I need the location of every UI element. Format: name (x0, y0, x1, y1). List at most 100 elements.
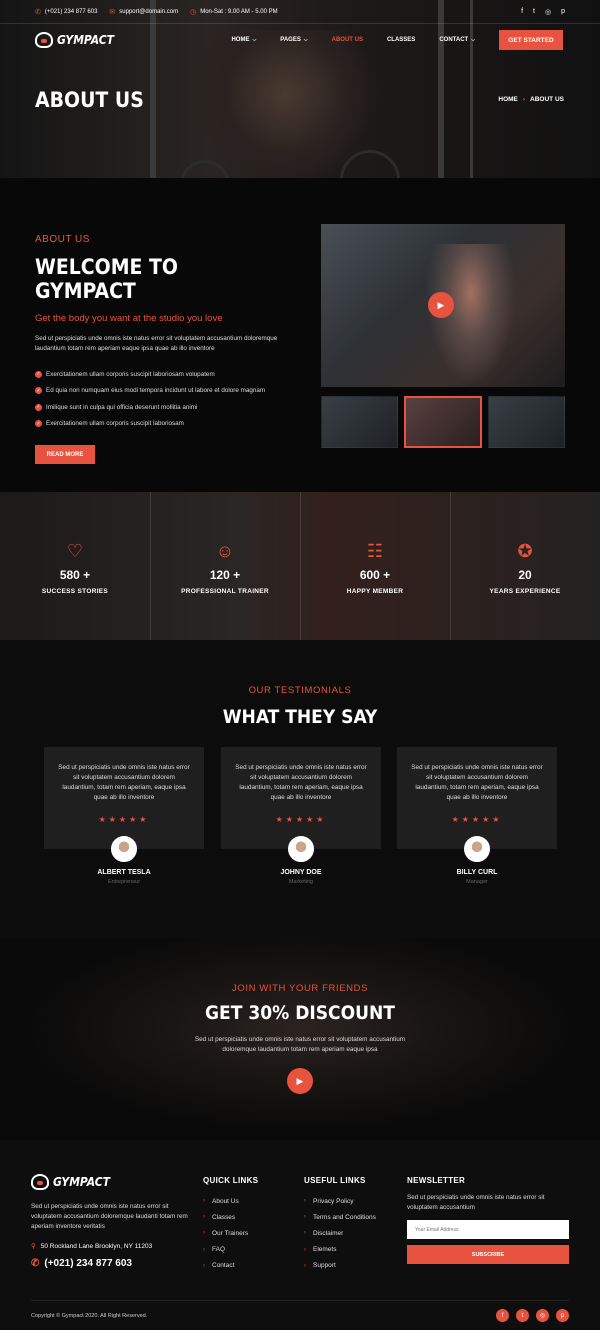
footer-address: ⚲ 50 Rockland Lane Brooklyn, NY 11203 (31, 1242, 153, 1251)
chevron-right-icon: › (203, 1230, 205, 1237)
breadcrumb-current: ABOUT US (530, 96, 564, 103)
chevron-right-icon: › (304, 1198, 306, 1205)
chevron-right-icon: › (203, 1198, 205, 1205)
heart-icon: ♡ (66, 541, 84, 561)
nav-item-contact[interactable]: CONTACT ⌵ (439, 37, 475, 43)
hero-bg-rack (150, 0, 156, 178)
testimonials-eyebrow: OUR TESTIMONIALS (248, 685, 352, 696)
topbar-hours: ◷ Mon-Sat : 9.00 AM - 5.00 PM (190, 8, 278, 16)
stat-label: PROFESSIONAL TRAINER (181, 588, 269, 595)
location-pin-icon: ⚲ (31, 1243, 36, 1250)
footer-link[interactable]: › Classes (203, 1209, 258, 1225)
pinterest-icon[interactable]: p (561, 8, 565, 16)
get-started-button[interactable]: GET STARTED (499, 30, 563, 50)
subscribe-button[interactable]: SUBSCRIBE (407, 1245, 569, 1264)
check-icon: ✓ (35, 403, 42, 411)
chevron-right-icon: › (304, 1230, 306, 1237)
footer-link[interactable]: › Elemets (304, 1242, 376, 1258)
instagram-icon[interactable]: ◎ (536, 1309, 549, 1322)
hero-bg-rack (438, 0, 444, 178)
topbar-phone[interactable]: ✆ (+021) 234 877 603 (35, 8, 97, 16)
about-text: Sed ut perspiciatis unde omnis iste natu… (35, 335, 278, 352)
footer-heading: QUICK LINKS (203, 1176, 259, 1185)
testimonial-card: Sed ut perspiciatis unde omnis iste natu… (221, 747, 381, 849)
stat-number: 580 + (59, 568, 91, 582)
page-title: ABOUT US (35, 88, 144, 112)
testimonial-text: Sed ut perspiciatis unde omnis iste natu… (411, 764, 543, 801)
footer-link[interactable]: › Contact (203, 1258, 258, 1274)
mail-icon: ✉ (109, 8, 116, 16)
avatar (111, 836, 137, 862)
testimonial-text: Sed ut perspiciatis unde omnis iste natu… (235, 764, 367, 801)
footer-heading: USEFUL LINKS (304, 1176, 366, 1185)
footer-useful-links: USEFUL LINKS › Privacy Policy › Terms and … (304, 1176, 376, 1274)
topbar-social: f t ◎ p (521, 8, 565, 16)
testimonial-role: Marketing (288, 879, 314, 885)
video-thumbnail[interactable] (488, 396, 566, 448)
chevron-down-icon: ⌵ (303, 37, 308, 43)
stat-label: SUCCESS STORIES (41, 588, 109, 595)
list-item: ✓ Imilique sunt in culpa qui officia dese… (35, 403, 198, 411)
nav-item-about[interactable]: ABOUT US (332, 37, 363, 43)
hero-bg-athlete (190, 30, 380, 178)
check-icon: ✓ (35, 370, 42, 378)
video-thumbnail-selected[interactable] (403, 396, 483, 448)
footer-logo[interactable]: GYMPACT (31, 1174, 191, 1190)
play-icon[interactable]: ▶ (428, 292, 454, 318)
footer-link[interactable]: › Privacy Policy (304, 1193, 376, 1209)
footer-about: GYMPACT Sed ut perspiciatis unde omnis i… (31, 1174, 191, 1269)
twitter-icon[interactable]: t (533, 8, 535, 16)
stat-members: ☷ 600 + HAPPY MEMBER (315, 540, 435, 595)
testimonials-section: OUR TESTIMONIALS WHAT THEY SAY Sed ut pe… (0, 640, 600, 938)
stats-section: ♡ 580 + SUCCESS STORIES ☺ 120 + PROFESSI… (0, 492, 600, 640)
dumbbell-logo-icon (31, 1174, 49, 1190)
video-thumbnail[interactable] (321, 396, 398, 448)
pinterest-icon[interactable]: p (556, 1309, 569, 1322)
newsletter-email-input[interactable] (407, 1220, 569, 1239)
chevron-down-icon: ⌵ (471, 37, 475, 43)
footer-link[interactable]: › About Us (203, 1193, 258, 1209)
footer-link[interactable]: › FAQ (203, 1242, 258, 1258)
promo-eyebrow: JOIN WITH YOUR FRIENDS (232, 983, 368, 994)
trainer-icon: ☺ (215, 541, 235, 561)
nav-item-classes[interactable]: CLASSES (387, 37, 415, 43)
footer-link[interactable]: › Terms and Conditions (304, 1209, 376, 1225)
chevron-right-icon: › (203, 1246, 205, 1253)
chevron-right-icon: › (304, 1262, 306, 1269)
nav-item-pages[interactable]: PAGES ⌵ (280, 37, 307, 43)
topbar-email[interactable]: ✉ support@domain.com (109, 8, 178, 16)
footer-quick-links: QUICK LINKS › About Us › Classes › Our Trai… (203, 1176, 258, 1274)
stat-label: YEARS EXPERIENCE (489, 588, 561, 595)
hero-bg-rack (470, 0, 473, 178)
facebook-icon[interactable]: f (496, 1309, 509, 1322)
footer-link[interactable]: › Our Trainers (203, 1225, 258, 1241)
about-checklist: ✓ Exercitationem ullam corporis suscipit … (35, 366, 285, 432)
footer-link[interactable]: › Disclaimer (304, 1225, 376, 1241)
footer-link-list: › Privacy Policy › Terms and Conditions › D… (304, 1193, 376, 1274)
about-content: ABOUT US WELCOME TO GYMPACT Get the body… (35, 234, 285, 464)
footer-phone[interactable]: ✆ (+021) 234 877 603 (31, 1258, 191, 1269)
stats-divider (300, 492, 301, 640)
stats-divider (450, 492, 451, 640)
play-icon[interactable]: ▶ (287, 1068, 313, 1094)
footer-link[interactable]: › Support (304, 1258, 376, 1274)
twitter-icon[interactable]: t (516, 1309, 529, 1322)
logo[interactable]: GYMPACT (35, 32, 114, 48)
list-item: ✓ Exercitationem ullam corporis suscipit … (35, 370, 215, 378)
about-video[interactable]: ▶ (321, 224, 565, 387)
nav-item-home[interactable]: HOME ⌵ (231, 37, 256, 43)
instagram-icon[interactable]: ◎ (545, 8, 551, 16)
footer-heading: NEWSLETTER (407, 1176, 466, 1185)
facebook-icon[interactable]: f (521, 8, 523, 16)
breadcrumb-home[interactable]: HOME (498, 96, 518, 103)
read-more-button[interactable]: READ MORE (35, 445, 95, 464)
dumbbell-logo-icon (35, 32, 53, 48)
testimonial-name: JOHNY DOE (280, 869, 322, 876)
promo-title: GET 30% DISCOUNT (205, 1002, 395, 1024)
footer-link-list: › About Us › Classes › Our Trainers › FAQ › C… (203, 1193, 258, 1274)
testimonials-title: WHAT THEY SAY (222, 706, 378, 728)
chevron-right-icon: › (203, 1262, 205, 1269)
copyright: Copyright © Gympact 2020. All Right Rese… (31, 1312, 148, 1319)
chevron-right-icon: › (304, 1246, 306, 1253)
testimonial-role: Entrepreneur (107, 879, 141, 885)
